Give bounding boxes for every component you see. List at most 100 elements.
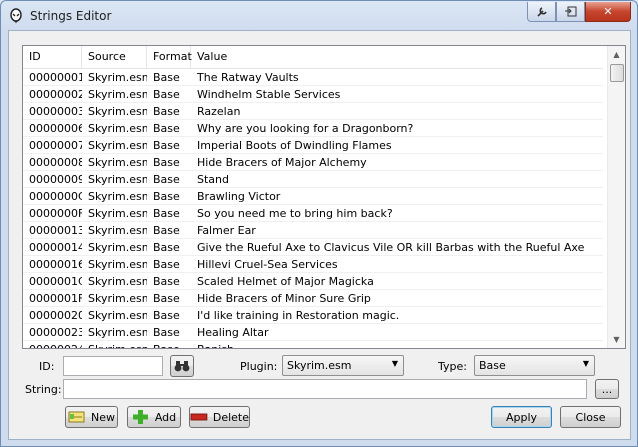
window-title: Strings Editor bbox=[30, 9, 112, 23]
cell-source: Skyrim.esm bbox=[88, 224, 147, 237]
table-row[interactable]: 0000000C Skyrim.esm Base Brawling Victor bbox=[23, 188, 603, 205]
cell-value: Banish bbox=[191, 341, 603, 348]
table-row[interactable]: 00000024Skyrim.esmBaseBanish bbox=[23, 341, 603, 348]
id-input[interactable] bbox=[63, 356, 163, 376]
cell-id: 00000014 bbox=[29, 241, 82, 254]
cell-value: The Ratway Vaults bbox=[197, 71, 299, 84]
cell-format: Base bbox=[153, 122, 180, 135]
string-input[interactable] bbox=[63, 379, 587, 399]
cell-source: Skyrim.esm bbox=[82, 341, 147, 348]
cell-value: Stand bbox=[197, 173, 229, 186]
table-row[interactable]: 00000006 Skyrim.esm Base Why are you lookin… bbox=[23, 120, 603, 137]
cell-format: Base bbox=[153, 139, 180, 152]
table-row[interactable]: 00000013 Skyrim.esm Base Falmer Ear bbox=[23, 222, 603, 239]
cell-source: Skyrim.esm bbox=[88, 258, 147, 271]
cell-id: 00000023 bbox=[29, 326, 82, 339]
restore-button[interactable] bbox=[556, 2, 585, 22]
strings-editor-window: Strings Editor ✕ ID Source Format Value … bbox=[0, 0, 638, 447]
cell-id: 00000007 bbox=[29, 139, 82, 152]
cell-id: 00000016 bbox=[29, 258, 82, 271]
cell-format: Base bbox=[153, 258, 180, 271]
cell-format: Base bbox=[153, 241, 180, 254]
table-row[interactable]: 00000008 Skyrim.esm Base Hide Bracers of Ma… bbox=[23, 154, 603, 171]
cell-value: Razelan bbox=[197, 105, 241, 118]
cell-value: Hide Bracers of Minor Sure Grip bbox=[197, 292, 371, 305]
close-button[interactable]: Close bbox=[560, 406, 621, 428]
cell-id: 00000002 bbox=[29, 88, 82, 101]
add-button[interactable]: Add bbox=[127, 406, 181, 428]
table-row[interactable]: 00000009 Skyrim.esm Base Stand bbox=[23, 171, 603, 188]
table-row[interactable]: 00000020 Skyrim.esm Base I'd like training … bbox=[23, 307, 603, 324]
cell-value: Hide Bracers of Major Alchemy bbox=[197, 156, 367, 169]
scroll-thumb[interactable] bbox=[610, 64, 624, 82]
chevron-down-icon: ▼ bbox=[582, 359, 589, 368]
table-row[interactable]: 00000007 Skyrim.esm Base Imperial Boots of … bbox=[23, 137, 603, 154]
cell-source: Skyrim.esm bbox=[88, 173, 147, 186]
strings-table[interactable]: ID Source Format Value 00000001 Skyrim.es… bbox=[22, 45, 626, 349]
table-row[interactable]: 00000023 Skyrim.esm Base Healing Altar bbox=[23, 324, 603, 341]
table-row[interactable]: 0000000F Skyrim.esm Base So you need me to … bbox=[23, 205, 603, 222]
new-button[interactable]: New bbox=[65, 406, 118, 428]
plugin-label: Plugin: bbox=[240, 360, 278, 373]
cell-source: Skyrim.esm bbox=[88, 139, 147, 152]
column-header-format[interactable]: Format bbox=[147, 46, 192, 68]
apply-button[interactable]: Apply bbox=[491, 406, 552, 428]
close-window-button[interactable]: ✕ bbox=[585, 2, 631, 22]
table-row[interactable]: 0000001F Skyrim.esm Base Hide Bracers of Mi… bbox=[23, 290, 603, 307]
delete-button[interactable]: Delete bbox=[189, 406, 250, 428]
table-row[interactable]: 0000001C Skyrim.esm Base Scaled Helmet of M… bbox=[23, 273, 603, 290]
cell-format: Base bbox=[153, 190, 180, 203]
table-row[interactable]: 00000016 Skyrim.esm Base Hillevi Cruel-Sea … bbox=[23, 256, 603, 273]
new-button-label: New bbox=[91, 410, 115, 424]
cell-source: Skyrim.esm bbox=[88, 71, 147, 84]
cell-format: Base bbox=[153, 309, 180, 322]
browse-button-label: ... bbox=[601, 382, 613, 396]
cell-value: Imperial Boots of Dwindling Flames bbox=[197, 139, 392, 152]
cell-id: 00000024 bbox=[23, 341, 82, 348]
cell-source: Skyrim.esm bbox=[88, 156, 147, 169]
client-area: ID Source Format Value 00000001 Skyrim.es… bbox=[8, 30, 631, 440]
cell-source: Skyrim.esm bbox=[88, 105, 147, 118]
cell-source: Skyrim.esm bbox=[88, 207, 147, 220]
cell-value: Why are you looking for a Dragonborn? bbox=[197, 122, 414, 135]
browse-button[interactable]: ... bbox=[595, 379, 619, 399]
vertical-scrollbar[interactable]: ▲ ▼ bbox=[607, 46, 625, 348]
close-icon: ✕ bbox=[603, 5, 613, 18]
cell-source: Skyrim.esm bbox=[88, 326, 147, 339]
scroll-up-icon[interactable]: ▲ bbox=[608, 46, 625, 63]
window-arrow-icon bbox=[564, 6, 576, 17]
cell-value: Brawling Victor bbox=[197, 190, 281, 203]
cell-value: Hillevi Cruel-Sea Services bbox=[197, 258, 338, 271]
cell-id: 00000020 bbox=[29, 309, 82, 322]
table-row[interactable]: 00000002 Skyrim.esm Base Windhelm Stable Se… bbox=[23, 86, 603, 103]
cell-source: Skyrim.esm bbox=[88, 88, 147, 101]
cell-id: 0000000F bbox=[29, 207, 82, 220]
cell-id: 00000013 bbox=[29, 224, 82, 237]
plugin-select-value: Skyrim.esm bbox=[287, 359, 352, 372]
cell-source: Skyrim.esm bbox=[88, 309, 147, 322]
apply-button-label: Apply bbox=[505, 410, 538, 424]
title-buttons: ✕ bbox=[527, 2, 631, 22]
cell-format: Base bbox=[147, 341, 191, 348]
table-row[interactable]: 00000001 Skyrim.esm Base The Ratway Vaults bbox=[23, 69, 603, 86]
cell-format: Base bbox=[153, 173, 180, 186]
plugin-select[interactable]: Skyrim.esm ▼ bbox=[282, 355, 404, 376]
table-row[interactable]: 00000014 Skyrim.esm Base Give the Rueful Ax… bbox=[23, 239, 603, 256]
type-select[interactable]: Base ▼ bbox=[474, 355, 595, 376]
title-bar[interactable]: Strings Editor ✕ bbox=[1, 1, 637, 31]
cell-id: 0000001F bbox=[29, 292, 82, 305]
scroll-down-icon[interactable]: ▼ bbox=[608, 331, 625, 348]
column-header-source[interactable]: Source bbox=[82, 46, 147, 68]
column-header-id[interactable]: ID bbox=[23, 46, 82, 68]
column-header-value[interactable]: Value bbox=[191, 46, 603, 68]
cell-source: Skyrim.esm bbox=[88, 241, 147, 254]
cell-format: Base bbox=[153, 275, 180, 288]
cell-id: 0000000C bbox=[29, 190, 82, 203]
table-row[interactable]: 00000003 Skyrim.esm Base Razelan bbox=[23, 103, 603, 120]
help-button[interactable] bbox=[527, 2, 556, 22]
cell-value: Healing Altar bbox=[197, 326, 269, 339]
find-button[interactable] bbox=[170, 355, 194, 377]
cell-format: Base bbox=[153, 224, 180, 237]
cell-value: Windhelm Stable Services bbox=[197, 88, 341, 101]
add-button-label: Add bbox=[154, 410, 177, 424]
